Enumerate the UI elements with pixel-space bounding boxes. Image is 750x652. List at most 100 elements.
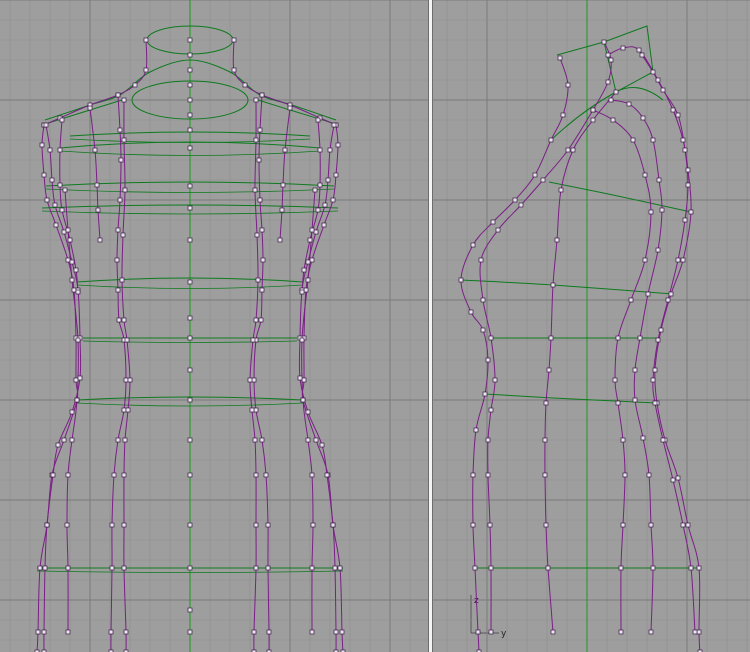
control-point [73,377,79,383]
control-point [548,335,554,341]
control-point [44,522,50,528]
control-point [543,400,549,406]
control-point [49,177,55,183]
control-point [119,277,125,283]
control-point [47,147,53,153]
control-point [620,45,626,51]
control-point [605,52,611,58]
control-point [680,522,686,528]
control-point [478,257,484,263]
profile-curve [43,39,148,126]
control-point [327,147,333,153]
profile-curve [301,124,344,652]
control-point [675,112,681,118]
control-point [297,375,303,381]
control-point [622,472,628,478]
control-point [259,287,265,293]
control-point [557,55,563,61]
control-point [488,629,494,635]
right-view-canvas[interactable]: z y [433,0,750,652]
control-point [468,309,474,315]
control-point [305,259,311,265]
control-point [618,565,624,571]
control-point [605,79,611,85]
control-point [518,202,524,208]
control-point [685,167,691,173]
control-point [75,289,81,295]
front-viewport[interactable] [0,0,428,652]
control-point [642,257,648,263]
control-point [69,277,75,283]
control-point [601,39,607,45]
control-point [317,147,323,153]
control-point [542,472,548,478]
control-point [470,522,476,528]
control-point [187,183,193,189]
control-point [470,242,476,248]
control-point [41,172,47,178]
control-point [658,327,664,333]
control-point [319,442,325,448]
control-point [257,127,263,133]
control-point [69,409,75,415]
control-point [143,67,149,73]
control-point [67,237,73,243]
control-point [257,197,263,203]
control-point [632,397,638,403]
control-point [608,97,614,103]
control-point [655,77,661,83]
control-point [69,437,75,443]
control-point [121,522,127,528]
control-point [665,297,671,303]
control-point [615,335,621,341]
control-point [187,472,193,478]
right-viewport[interactable]: z y [433,0,750,652]
control-point [613,89,619,95]
control-point [132,82,138,88]
control-point [558,187,564,193]
control-point [287,105,293,111]
control-point [55,442,61,448]
control-point [458,277,464,283]
control-point [116,317,122,323]
control-point [109,565,115,571]
control-point [61,229,67,235]
control-point [187,127,193,133]
control-point [309,629,315,635]
profile-curve [43,124,82,652]
control-point [325,177,331,183]
front-view-canvas[interactable] [0,0,428,652]
control-point [231,67,237,73]
control-point [301,267,307,273]
control-point [242,82,248,88]
control-point [312,187,318,193]
control-point [251,377,257,383]
control-point [71,287,77,293]
control-point [322,202,328,208]
control-point [97,237,103,243]
control-point [480,297,486,303]
control-point [121,137,127,143]
control-point [615,400,621,406]
control-point [253,97,259,103]
control-point [41,629,47,635]
control-point [187,145,193,151]
control-point [252,187,258,193]
control-point [252,437,258,443]
control-point [330,197,336,203]
modeling-viewports: z y [0,0,750,652]
control-point [685,182,691,188]
control-point [660,437,666,443]
control-point [69,259,75,265]
control-point [628,297,634,303]
control-point [675,475,681,481]
control-point [37,565,43,571]
control-point [64,522,70,528]
control-point [648,522,654,528]
section-curve [548,181,692,213]
control-point [532,172,538,178]
control-point [123,629,129,635]
control-point [121,407,127,413]
control-point [317,182,323,188]
control-point [87,105,93,111]
